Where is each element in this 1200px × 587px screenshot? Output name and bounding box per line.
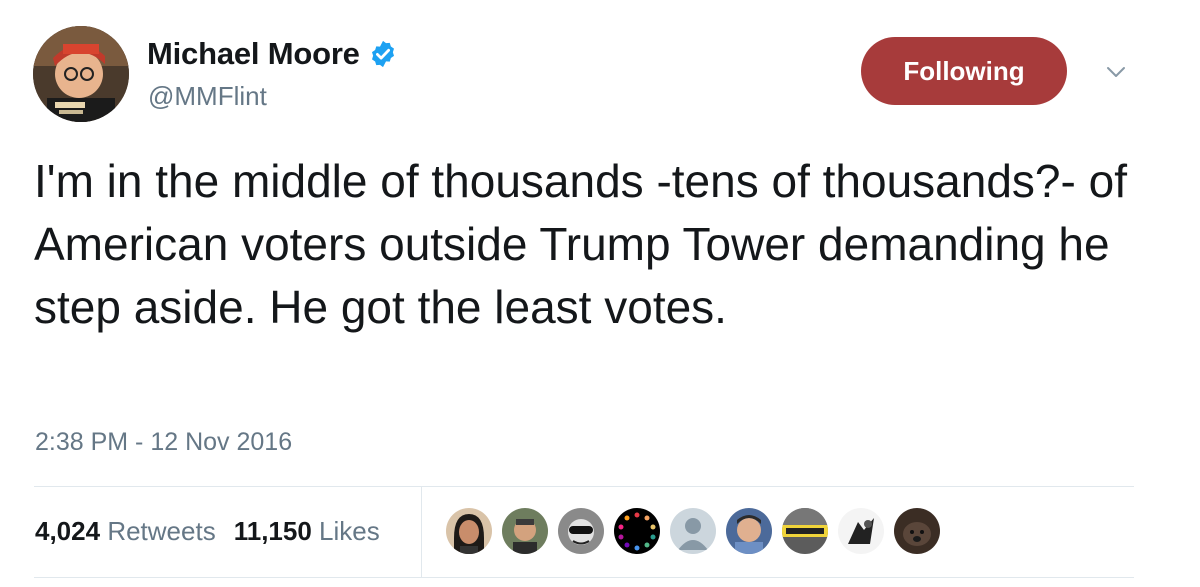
divider-top <box>34 486 1134 487</box>
liker-1-avatar[interactable] <box>446 508 492 554</box>
liker-7-avatar[interactable] <box>782 508 828 554</box>
likes-label: Likes <box>319 516 380 546</box>
tweet-header: Michael Moore @MMFlint Following <box>33 26 1200 126</box>
tweet-timestamp[interactable]: 2:38 PM - 12 Nov 2016 <box>35 428 292 457</box>
profile-avatar[interactable] <box>33 26 129 122</box>
likes-stat[interactable]: 11,150 Likes <box>234 516 380 547</box>
liker-6-avatar[interactable] <box>726 508 772 554</box>
tweet-stats: 4,024 Retweets 11,150 Likes <box>35 516 380 547</box>
retweets-label: Retweets <box>107 516 216 546</box>
retweets-stat[interactable]: 4,024 Retweets <box>35 516 216 547</box>
liker-9-avatar[interactable] <box>894 508 940 554</box>
verified-badge-icon <box>371 40 394 68</box>
following-button[interactable]: Following <box>861 37 1067 105</box>
display-name[interactable]: Michael Moore <box>147 36 360 72</box>
liker-8-avatar[interactable] <box>838 508 884 554</box>
chevron-down-icon[interactable] <box>1104 60 1128 84</box>
stats-separator <box>421 487 422 577</box>
liker-3-avatar[interactable] <box>558 508 604 554</box>
liker-5-avatar[interactable] <box>670 508 716 554</box>
liker-4-avatar[interactable] <box>614 508 660 554</box>
user-handle[interactable]: @MMFlint <box>148 81 267 112</box>
divider-bottom <box>34 577 1134 578</box>
tweet-text: I'm in the middle of thousands -tens of … <box>34 155 1127 333</box>
liker-2-avatar[interactable] <box>502 508 548 554</box>
retweets-count: 4,024 <box>35 516 101 546</box>
likes-count: 11,150 <box>233 516 312 546</box>
